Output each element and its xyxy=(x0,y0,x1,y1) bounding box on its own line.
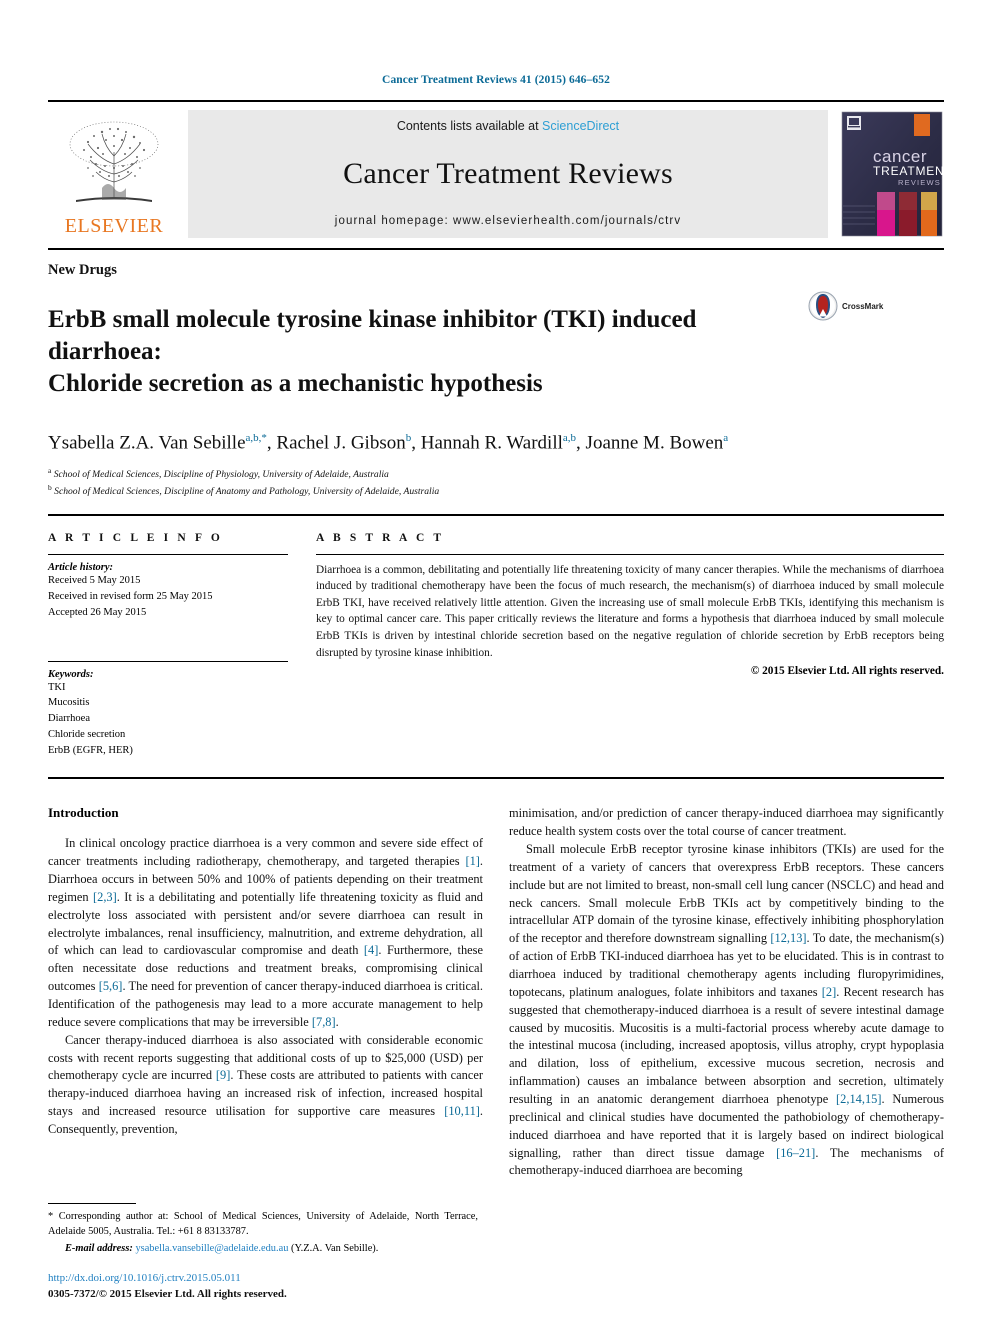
introduction-heading: Introduction xyxy=(48,805,119,821)
info-abstract-section: A R T I C L E I N F O Article history: R… xyxy=(48,513,944,760)
citation-link[interactable]: [5,6] xyxy=(99,979,123,993)
affiliation-item: b School of Medical Sciences, Discipline… xyxy=(48,482,944,500)
article-info-rule xyxy=(48,553,288,555)
crossmark-badge[interactable]: CrossMark xyxy=(808,291,883,321)
sciencedirect-link[interactable]: ScienceDirect xyxy=(542,119,619,133)
citation-link[interactable]: [2,14,15] xyxy=(836,1092,881,1106)
article-info-heading: A R T I C L E I N F O xyxy=(48,531,223,544)
journal-title: Cancer Treatment Reviews xyxy=(343,157,673,190)
citation-link[interactable]: [9] xyxy=(216,1068,230,1082)
keyword-item: Mucositis xyxy=(48,697,90,709)
keyword-item: Chloride secretion xyxy=(48,729,126,741)
abstract-column: A B S T R A C T Diarrhoea is a common, d… xyxy=(316,532,944,760)
crossmark-label: CrossMark xyxy=(842,301,884,311)
author-name: Ysabella Z.A. Van Sebille xyxy=(48,431,246,453)
email-owner: (Y.Z.A. Van Sebille). xyxy=(291,1243,379,1255)
title-row: ErbB small molecule tyrosine kinase inhi… xyxy=(48,287,944,417)
page-title: ErbB small molecule tyrosine kinase inhi… xyxy=(48,304,808,400)
body-column-right: minimisation, and/or prediction of cance… xyxy=(509,805,944,1180)
contents-list-line: Contents lists available at ScienceDirec… xyxy=(397,119,619,133)
abstract-heading: A B S T R A C T xyxy=(316,531,445,544)
article-info-column: A R T I C L E I N F O Article history: R… xyxy=(48,532,288,760)
title-line-2: Chloride secretion as a mechanistic hypo… xyxy=(48,369,543,397)
keywords-label: Keywords: xyxy=(48,668,94,680)
journal-masthead: ELSEVIER Contents lists available at Sci… xyxy=(48,100,952,238)
abstract-text: Diarrhoea is a common, debilitating and … xyxy=(316,563,944,659)
crossmark-icon xyxy=(808,291,838,321)
issn-copyright: 0305-7372/© 2015 Elsevier Ltd. All right… xyxy=(48,1288,287,1301)
article-page: Cancer Treatment Reviews 41 (2015) 646–6… xyxy=(0,0,992,1323)
title-line-1: ErbB small molecule tyrosine kinase inhi… xyxy=(48,305,697,365)
body-paragraph: Small molecule ErbB receptor tyrosine ki… xyxy=(509,841,944,1180)
abstract-rule xyxy=(316,553,944,555)
body-columns: Introduction In clinical oncology practi… xyxy=(48,777,944,1180)
affiliation-mark: b xyxy=(48,483,52,493)
affiliation-item: a School of Medical Sciences, Discipline… xyxy=(48,465,944,483)
elsevier-tree-icon xyxy=(69,121,159,202)
elsevier-logo: ELSEVIER xyxy=(48,110,180,238)
paragraph-text: minimisation, and/or prediction of cance… xyxy=(509,806,944,839)
journal-cover-thumbnail: cancer TREATMENT REVIEWS xyxy=(840,110,952,238)
article-history-item: Accepted 26 May 2015 xyxy=(48,606,147,618)
paragraph-text: . xyxy=(335,1014,339,1029)
email-label: E-mail address: xyxy=(65,1243,133,1255)
affiliation-mark: a xyxy=(48,465,52,475)
article-history-item: Received 5 May 2015 xyxy=(48,574,141,586)
abstract-copyright: © 2015 Elsevier Ltd. All rights reserved… xyxy=(750,665,944,678)
citation-link[interactable]: [2] xyxy=(822,985,836,999)
author-name: Joanne M. Bowen xyxy=(585,431,724,453)
corresponding-author-footnote: * Corresponding author at: School of Med… xyxy=(48,1203,478,1257)
right-column-paragraphs: minimisation, and/or prediction of cance… xyxy=(509,805,944,1180)
contents-prefix: Contents lists available at xyxy=(396,119,543,133)
citation-link[interactable]: [10,11] xyxy=(444,1104,480,1118)
paragraph-text: In clinical oncology practice diarrhoea … xyxy=(48,836,483,869)
journal-homepage[interactable]: journal homepage: www.elsevierhealth.com… xyxy=(335,215,681,227)
paragraph-text: Small molecule ErbB receptor tyrosine ki… xyxy=(509,842,944,946)
article-history-item: Received in revised form 25 May 2015 xyxy=(48,590,213,602)
email-link[interactable]: ysabella.vansebille@adelaide.edu.au xyxy=(135,1243,288,1254)
running-head: Cancer Treatment Reviews 41 (2015) 646–6… xyxy=(382,74,610,86)
author-name: Hannah R. Wardill xyxy=(420,431,563,453)
email-line: E-mail address: ysabella.vansebille@adel… xyxy=(48,1241,478,1257)
keyword-item: Diarrhoea xyxy=(48,713,90,725)
author-affil-marks: b xyxy=(405,431,412,444)
citation-link[interactable]: [4] xyxy=(364,943,378,957)
cover-image: cancer TREATMENT REVIEWS xyxy=(841,111,952,237)
author-affil-marks: a,b,* xyxy=(245,431,267,444)
body-paragraph: In clinical oncology practice diarrhoea … xyxy=(48,835,483,1031)
footnote-rule xyxy=(48,1203,136,1205)
masthead-center: Contents lists available at ScienceDirec… xyxy=(188,110,828,238)
corresponding-author-text: * Corresponding author at: School of Med… xyxy=(48,1211,478,1238)
footer-doi-block: http://dx.doi.org/10.1016/j.ctrv.2015.05… xyxy=(48,1271,478,1303)
svg-text:REVIEWS: REVIEWS xyxy=(898,178,941,187)
citation-link[interactable]: [1] xyxy=(465,854,479,868)
body-paragraph: Cancer therapy-induced diarrhoea is also… xyxy=(48,1032,483,1139)
article-section-kicker: New Drugs xyxy=(48,262,117,278)
keywords-rule xyxy=(48,660,288,662)
left-column-paragraphs: In clinical oncology practice diarrhoea … xyxy=(48,835,483,1139)
elsevier-wordmark: ELSEVIER xyxy=(64,215,164,237)
affiliation-text: School of Medical Sciences, Discipline o… xyxy=(53,468,389,480)
author-affil-marks: a xyxy=(723,431,729,444)
author-affil-marks: a,b xyxy=(562,431,577,444)
affiliations: a School of Medical Sciences, Discipline… xyxy=(48,465,944,500)
keywords-block: Keywords: TKI Mucositis Diarrhoea Chlori… xyxy=(48,660,288,760)
doi-link[interactable]: http://dx.doi.org/10.1016/j.ctrv.2015.05… xyxy=(48,1271,478,1287)
body-column-left: Introduction In clinical oncology practi… xyxy=(48,805,483,1180)
author-list: Ysabella Z.A. Van Sebillea,b,*, Rachel J… xyxy=(48,431,729,453)
svg-text:TREATMENT: TREATMENT xyxy=(873,164,944,178)
citation-link[interactable]: [16–21] xyxy=(776,1146,815,1160)
citation-link[interactable]: [7,8] xyxy=(312,1015,336,1029)
citation-link[interactable]: [2,3] xyxy=(93,890,117,904)
citation-link[interactable]: [12,13] xyxy=(770,931,806,945)
author-name: Rachel J. Gibson xyxy=(276,431,406,453)
keyword-item: TKI xyxy=(48,681,66,693)
body-paragraph: minimisation, and/or prediction of cance… xyxy=(509,805,944,841)
keyword-item: ErbB (EGFR, HER) xyxy=(48,745,133,757)
affiliation-text: School of Medical Sciences, Discipline o… xyxy=(54,486,440,498)
paragraph-text: . Recent research has suggested that che… xyxy=(509,984,945,1107)
article-history-label: Article history: xyxy=(48,561,114,573)
